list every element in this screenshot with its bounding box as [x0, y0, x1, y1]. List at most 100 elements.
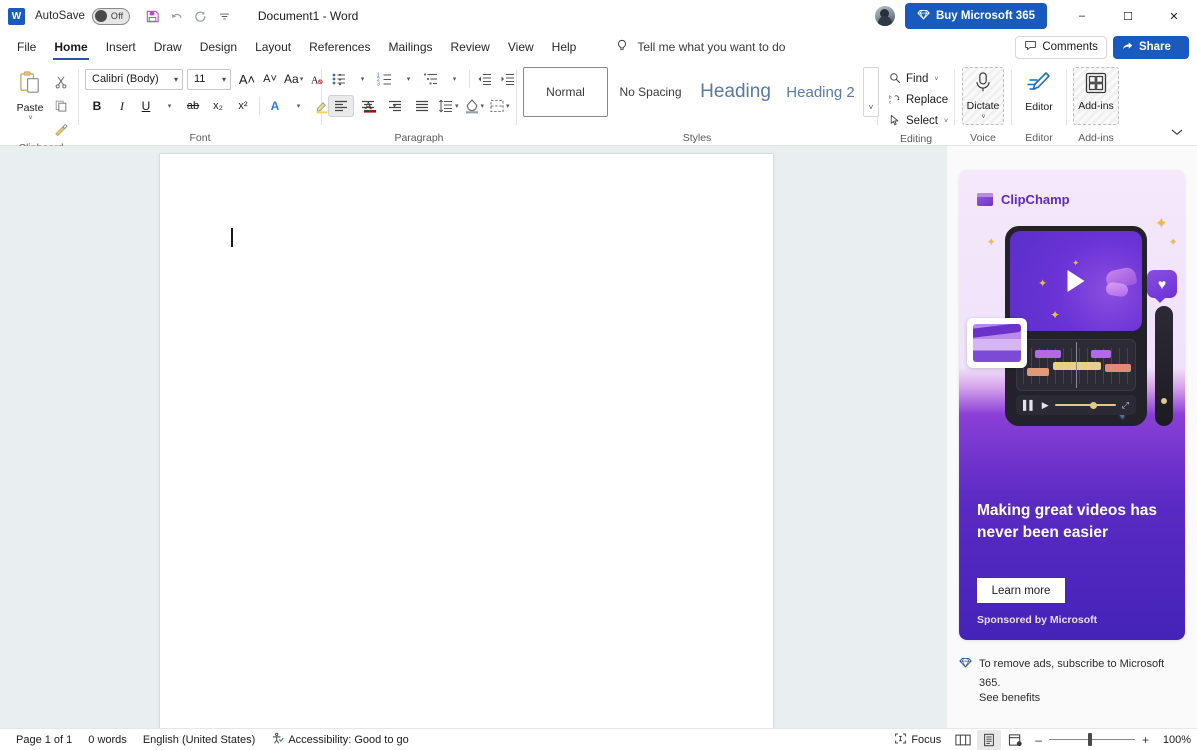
learn-more-button[interactable]: Learn more	[977, 578, 1065, 603]
decrease-indent-icon[interactable]	[474, 68, 496, 90]
add-ins-grid-icon	[1084, 71, 1108, 98]
zoom-level[interactable]: 100%	[1161, 734, 1191, 746]
buy-microsoft-365-button[interactable]: Buy Microsoft 365	[904, 3, 1047, 29]
zoom-slider[interactable]: – +	[1035, 733, 1149, 747]
tab-layout[interactable]: Layout	[246, 33, 300, 61]
replace-button[interactable]: bc Replace	[884, 90, 953, 110]
italic-button[interactable]: I	[110, 95, 134, 117]
undo-icon[interactable]	[166, 5, 188, 27]
increase-indent-icon[interactable]	[497, 68, 519, 90]
numbering-icon[interactable]: 123	[374, 68, 396, 90]
cut-icon[interactable]	[50, 71, 72, 92]
subscript-button[interactable]: x₂	[206, 95, 230, 117]
line-spacing-icon[interactable]: ▾	[436, 95, 461, 117]
remove-ads-note: To remove ads, subscribe to Microsoft 36…	[959, 654, 1187, 704]
customize-quick-access-icon[interactable]	[214, 5, 236, 27]
shrink-font-button[interactable]: A˅	[259, 68, 281, 90]
word-count[interactable]: 0 words	[80, 730, 135, 750]
account-avatar[interactable]	[874, 6, 895, 26]
paste-label: Paste	[16, 102, 44, 114]
tab-mailings[interactable]: Mailings	[379, 33, 441, 61]
dictate-button[interactable]: Dictate ˅	[962, 67, 1004, 125]
page-count[interactable]: Page 1 of 1	[8, 730, 80, 750]
shading-icon[interactable]: ▾	[462, 95, 487, 117]
print-layout-icon[interactable]	[977, 729, 1002, 750]
clipboard-small-buttons	[50, 67, 72, 140]
underline-button[interactable]: U	[135, 95, 157, 117]
justify-icon[interactable]	[409, 95, 435, 117]
text-effects-caret-icon[interactable]: ▾	[287, 95, 309, 117]
tab-references[interactable]: References	[300, 33, 379, 61]
accessibility-status[interactable]: Accessibility: Good to go	[263, 730, 416, 750]
bullets-icon[interactable]	[328, 68, 350, 90]
save-icon[interactable]	[142, 5, 164, 27]
document-page[interactable]	[160, 154, 773, 728]
timeline-clip	[1091, 350, 1111, 358]
styles-gallery: Normal No Spacing Heading Heading 2 ˅	[523, 67, 879, 117]
copy-icon[interactable]	[50, 95, 72, 116]
tell-me-search[interactable]: Tell me what you want to do	[615, 39, 785, 56]
autosave-toggle[interactable]: Off	[91, 7, 130, 25]
tab-design[interactable]: Design	[191, 33, 246, 61]
grow-font-button[interactable]: A˄	[236, 68, 258, 90]
find-button[interactable]: Find ˅	[884, 69, 953, 89]
tab-view[interactable]: View	[499, 33, 543, 61]
style-heading[interactable]: Heading	[693, 67, 778, 117]
align-left-icon[interactable]	[328, 95, 354, 117]
zoom-in-button[interactable]: +	[1142, 733, 1149, 747]
tab-draw[interactable]: Draw	[145, 33, 191, 61]
style-no-spacing[interactable]: No Spacing	[608, 67, 693, 117]
align-right-icon[interactable]	[382, 95, 408, 117]
underline-options-caret-icon[interactable]: ▾	[158, 95, 180, 117]
comments-button[interactable]: Comments	[1015, 35, 1107, 59]
replace-label: Replace	[906, 94, 949, 106]
format-painter-icon[interactable]	[50, 119, 72, 140]
style-heading-2[interactable]: Heading 2	[778, 67, 863, 117]
numbering-caret-icon[interactable]: ▾	[397, 68, 419, 90]
read-mode-icon[interactable]	[951, 730, 975, 750]
tab-insert[interactable]: Insert	[97, 33, 145, 61]
font-family-combo[interactable]: Calibri (Body) ▾	[85, 68, 183, 90]
clipchamp-ad-card[interactable]: ClipChamp ✦ ✦ ✦ ✦ ✦ ✦ ▌▌ ▶ ⤢ ♥ Making gr…	[959, 170, 1185, 640]
style-normal[interactable]: Normal	[523, 67, 608, 117]
autosave-control[interactable]: AutoSave Off	[35, 7, 130, 25]
ribbon-group-styles: Normal No Spacing Heading Heading 2 ˅ St…	[519, 64, 879, 146]
ribbon-tab-bar: File Home Insert Draw Design Layout Refe…	[0, 32, 1197, 62]
borders-icon[interactable]: ▾	[487, 95, 512, 117]
collapse-ribbon-button[interactable]	[1167, 123, 1187, 141]
zoom-track[interactable]	[1048, 733, 1135, 746]
language-indicator[interactable]: English (United States)	[135, 730, 264, 750]
add-ins-button[interactable]: Add-ins	[1073, 67, 1119, 125]
paste-button[interactable]: Paste ˅	[10, 67, 50, 122]
share-button[interactable]: Share ˅	[1112, 35, 1189, 59]
minimize-button[interactable]: –	[1059, 0, 1105, 32]
superscript-button[interactable]: x²	[231, 95, 255, 117]
dictate-caret-icon: ˅	[981, 114, 986, 121]
select-button[interactable]: Select ˅	[884, 111, 953, 131]
text-effects-button[interactable]: A	[264, 95, 286, 117]
maximize-button[interactable]: ☐	[1105, 0, 1151, 32]
tab-file[interactable]: File	[8, 33, 45, 61]
web-layout-icon[interactable]	[1003, 730, 1027, 750]
styles-more-button[interactable]: ˅	[863, 67, 879, 117]
multilevel-list-icon[interactable]	[420, 68, 442, 90]
change-case-button[interactable]: Aa ▾	[282, 68, 305, 90]
tab-help[interactable]: Help	[543, 33, 586, 61]
tab-review[interactable]: Review	[442, 33, 499, 61]
bullets-caret-icon[interactable]: ▾	[351, 68, 373, 90]
multilevel-list-caret-icon[interactable]: ▾	[443, 68, 465, 90]
editor-button[interactable]: Editor	[1018, 67, 1060, 119]
redo-icon[interactable]	[190, 5, 212, 27]
tab-home[interactable]: Home	[45, 33, 96, 61]
align-center-icon[interactable]	[355, 95, 381, 117]
close-button[interactable]: ✕	[1151, 0, 1197, 32]
see-benefits-link[interactable]: See benefits	[979, 692, 1187, 704]
bold-button[interactable]: B	[85, 95, 109, 117]
strikethrough-button[interactable]: ab	[181, 95, 205, 117]
ad-headline: Making great videos has never been easie…	[977, 502, 1158, 541]
focus-mode-button[interactable]: Focus	[886, 730, 949, 750]
document-canvas[interactable]	[0, 146, 947, 728]
zoom-handle[interactable]	[1087, 733, 1092, 746]
zoom-out-button[interactable]: –	[1035, 733, 1042, 747]
font-size-combo[interactable]: 11 ▾	[187, 68, 231, 90]
